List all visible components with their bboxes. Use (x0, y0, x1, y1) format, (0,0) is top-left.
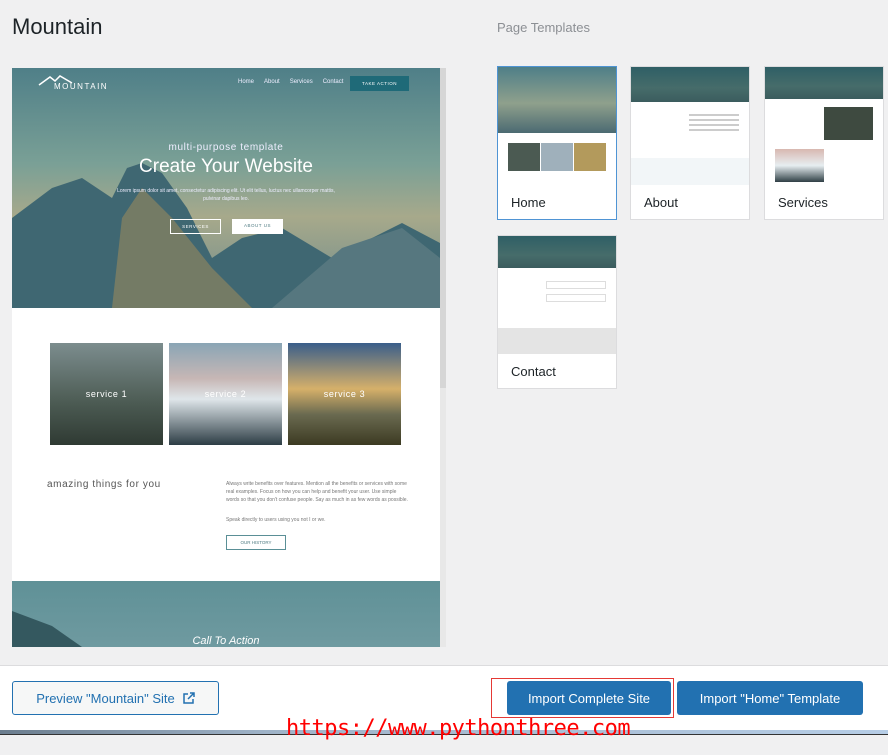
template-label: About (644, 195, 678, 210)
import-home-template-button[interactable]: Import "Home" Template (677, 681, 863, 715)
hero-section: MOUNTAIN Home About Services Contact TAK… (12, 68, 440, 308)
templates-heading: Page Templates (497, 20, 590, 35)
template-label: Contact (511, 364, 556, 379)
our-history-button[interactable]: OUR HISTORY (226, 535, 286, 550)
hero-headline: Create Your Website (139, 156, 313, 177)
preview-nav: Home About Services Contact (238, 79, 343, 85)
about-thumbnail (631, 67, 749, 185)
template-label: Home (511, 195, 546, 210)
nav-services[interactable]: Services (290, 79, 313, 85)
watermark: https://www.pythonthree.com (286, 716, 631, 741)
services-button[interactable]: SERVICES (170, 219, 221, 234)
template-card-home[interactable]: Home (497, 66, 617, 220)
amazing-heading: amazing things for you (47, 479, 161, 490)
logo-text: MOUNTAIN (54, 82, 109, 91)
template-card-about[interactable]: About (630, 66, 750, 220)
service-card-3: service 3 (288, 343, 401, 445)
body-text: Always write benefits over features. Men… (226, 481, 408, 503)
about-us-button[interactable]: ABOUT US (232, 219, 283, 234)
hero-text: Lorem ipsum dolor sit amet, consectetur … (117, 188, 335, 202)
highlight-box (491, 678, 674, 718)
page-title: Mountain (12, 14, 103, 39)
template-label: Services (778, 195, 828, 210)
contact-thumbnail (498, 236, 616, 354)
nav-home[interactable]: Home (238, 79, 254, 85)
external-link-icon (183, 692, 195, 704)
nav-about[interactable]: About (264, 79, 280, 85)
site-preview[interactable]: MOUNTAIN Home About Services Contact TAK… (12, 68, 440, 647)
service-card-1: service 1 (50, 343, 163, 445)
preview-scrollbar[interactable] (440, 68, 446, 647)
service-card-2: service 2 (169, 343, 282, 445)
preview-site-label: Preview "Mountain" Site (36, 690, 175, 706)
preview-site-button[interactable]: Preview "Mountain" Site (12, 681, 219, 715)
cta-section: Call To Action (12, 581, 440, 647)
home-thumbnail (498, 67, 616, 185)
take-action-button[interactable]: TAKE ACTION (350, 76, 409, 91)
template-card-services[interactable]: Services (764, 66, 884, 220)
cta-text: Call To Action (192, 635, 260, 647)
services-thumbnail (765, 67, 883, 185)
template-card-contact[interactable]: Contact (497, 235, 617, 389)
nav-contact[interactable]: Contact (323, 79, 344, 85)
hero-subtitle: multi-purpose template (168, 142, 284, 153)
body-text-2: Speak directly to users using you not I … (226, 517, 326, 523)
